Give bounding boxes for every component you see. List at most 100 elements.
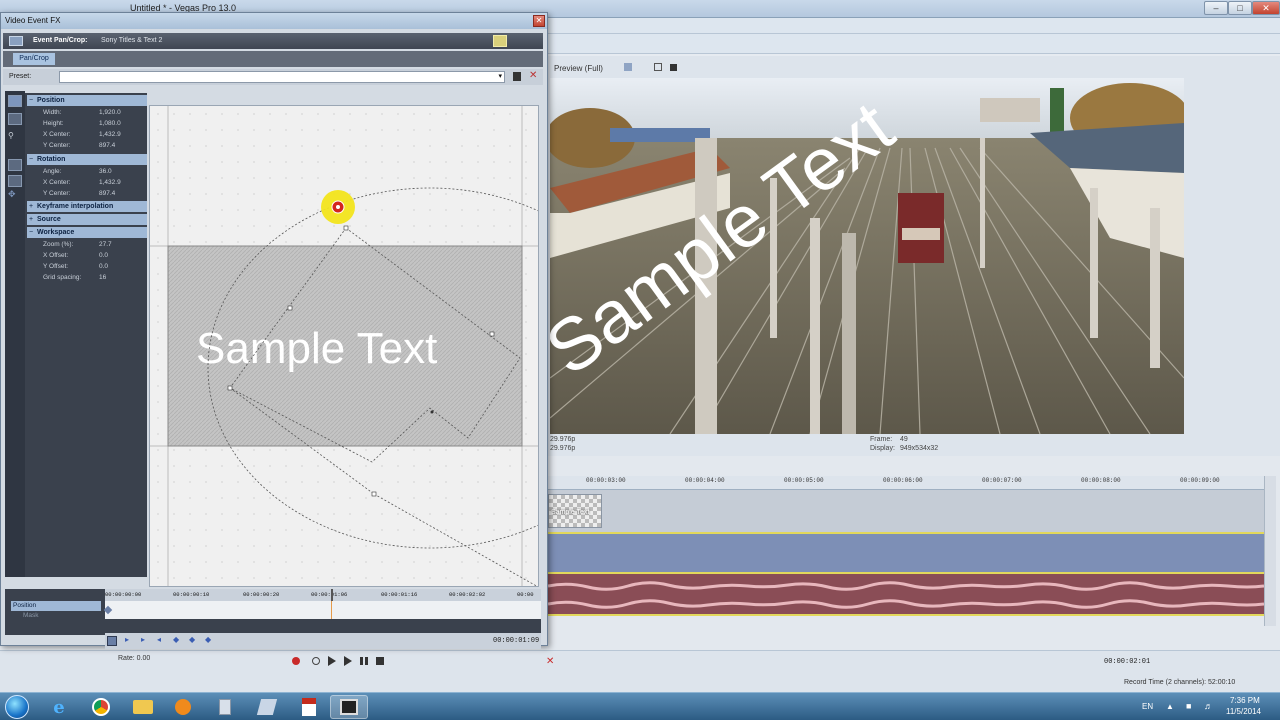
title-clip-label: Sample Text [551, 509, 590, 516]
chrome-taskbar-icon[interactable] [82, 695, 120, 719]
pause-button[interactable] [360, 657, 368, 665]
next-keyframe-icon[interactable]: ◂ [157, 635, 161, 644]
zoom-tool-icon[interactable] [8, 113, 22, 125]
title-track[interactable]: Sample Text [548, 490, 1264, 532]
section-keyframe-interpolation[interactable]: Keyframe interpolation [27, 201, 147, 212]
play-from-start-button[interactable] [328, 656, 336, 666]
prop-grid-spacing[interactable]: Grid spacing: 16 [27, 272, 147, 283]
preset-select[interactable]: ▾ [59, 71, 505, 83]
scale-about-center-icon[interactable] [8, 159, 22, 171]
section-source[interactable]: Source [27, 214, 147, 225]
play-button[interactable] [344, 656, 352, 666]
center-point[interactable] [430, 410, 434, 414]
chain-label: Event Pan/Crop: [33, 37, 88, 44]
section-workspace[interactable]: Workspace [27, 227, 147, 238]
crop-handle[interactable] [343, 225, 349, 231]
sync-cursor-icon[interactable] [107, 636, 117, 646]
video-track[interactable] [548, 532, 1264, 572]
delete-preset-icon[interactable]: ✕ [529, 70, 537, 81]
tab-pan-crop[interactable]: Pan/Crop [13, 53, 55, 65]
kf-tick: 00:00:01:06 [311, 591, 348, 598]
vegas-taskbar-icon[interactable] [330, 695, 368, 719]
prop-height[interactable]: Height: 1,080.0 [27, 118, 147, 129]
prop-label: X Center: [43, 131, 71, 138]
fx-close-button[interactable]: ✕ [533, 15, 545, 27]
crop-handle[interactable] [287, 305, 293, 311]
media-player-taskbar-icon[interactable] [164, 695, 202, 719]
volume-icon[interactable]: ♬ [1204, 701, 1213, 711]
crop-handle[interactable] [371, 491, 377, 497]
record-button[interactable] [292, 657, 300, 665]
prop-y-center[interactable]: Y Center: 897.4 [27, 140, 147, 151]
app-taskbar-icon[interactable] [248, 695, 286, 719]
network-icon[interactable]: ■ [1186, 701, 1191, 711]
crop-handle[interactable] [489, 331, 495, 337]
delete-keyframe-icon[interactable]: ◆ [189, 635, 195, 644]
crop-handle[interactable] [227, 385, 233, 391]
prop-zoom[interactable]: Zoom (%): 27.7 [27, 239, 147, 250]
title-clip[interactable]: Sample Text [548, 494, 602, 528]
prop-value: 0.0 [99, 263, 109, 270]
save-snapshot-icon[interactable] [670, 64, 677, 71]
explorer-taskbar-icon[interactable] [124, 695, 162, 719]
prop-rot-y-center[interactable]: Y Center: 897.4 [27, 188, 147, 199]
taskbar: e EN ▲ ■ ♬ 7:36 PM 11/5/2014 [0, 692, 1280, 720]
fx-chain-bar: Event Pan/Crop: Sony Titles & Text 2 [3, 33, 543, 49]
calculator-taskbar-icon[interactable] [206, 695, 244, 719]
preview-grid-icon[interactable] [624, 63, 632, 71]
prop-label: Angle: [43, 168, 62, 175]
fx-title: Video Event FX [5, 16, 61, 25]
kf-cursor[interactable] [331, 589, 333, 601]
normal-edit-tool-icon[interactable] [8, 95, 22, 107]
kf-track-label[interactable]: Position [11, 601, 101, 611]
prev-keyframe-icon[interactable]: ▸ [141, 635, 145, 644]
stop-button[interactable] [376, 657, 384, 665]
add-keyframe-icon[interactable]: ◆ [173, 635, 179, 644]
lock-aspect-icon[interactable]: ⚲ [8, 131, 22, 143]
pan-crop-tool-strip: ⚲ ✥ [5, 91, 25, 577]
prop-y-offset[interactable]: Y Offset: 0.0 [27, 261, 147, 272]
preview-quality-select[interactable]: Preview (Full) [554, 64, 603, 73]
clock-time[interactable]: 7:36 PM [1230, 696, 1260, 705]
display-label: Display: [870, 445, 895, 452]
last-keyframe-icon[interactable]: ◆ [205, 635, 211, 644]
move-freely-icon[interactable] [8, 175, 22, 187]
snap-to-grid-icon[interactable]: ✥ [8, 189, 22, 201]
keyframe-ruler[interactable]: 00:00:00:00 00:00:00:10 00:00:00:20 00:0… [105, 589, 541, 601]
language-indicator[interactable]: EN [1142, 702, 1153, 711]
pan-crop-workspace[interactable]: Sample Text [149, 105, 539, 587]
section-position[interactable]: Position [27, 95, 147, 106]
keyframe-marker[interactable] [103, 605, 113, 615]
prop-x-offset[interactable]: X Offset: 0.0 [27, 250, 147, 261]
maximize-button[interactable]: □ [1228, 1, 1252, 15]
ie-taskbar-icon[interactable]: e [40, 695, 78, 719]
loop-button[interactable] [312, 657, 320, 665]
close-button[interactable]: ✕ [1252, 1, 1280, 15]
tray-arrow-icon[interactable]: ▲ [1166, 702, 1174, 711]
delete-icon[interactable]: ✕ [546, 656, 554, 667]
kf-track-sublabel[interactable]: Mask [11, 611, 101, 621]
save-preset-icon[interactable] [513, 72, 521, 81]
railway-scene-image: Sample Text [550, 78, 1184, 434]
first-keyframe-icon[interactable]: ▸ [125, 635, 129, 644]
fx-title-bar[interactable]: Video Event FX ✕ [1, 13, 547, 29]
plugin-chain-icon[interactable] [9, 36, 23, 46]
pdf-taskbar-icon[interactable] [290, 695, 328, 719]
timeline-tick: 00:00:06:00 [883, 477, 923, 484]
clock-date[interactable]: 11/5/2014 [1226, 707, 1261, 716]
plugin-chain-button[interactable] [493, 35, 507, 47]
copy-snapshot-icon[interactable] [654, 63, 662, 71]
keyframe-track[interactable] [103, 601, 541, 619]
audio-track[interactable] [548, 572, 1264, 616]
section-rotation[interactable]: Rotation [27, 154, 147, 165]
prop-x-center[interactable]: X Center: 1,432.9 [27, 129, 147, 140]
prop-value: 16 [99, 274, 107, 281]
timeline-ruler[interactable]: 00:00:03:00 00:00:04:00 00:00:05:00 00:0… [548, 476, 1264, 490]
kf-time[interactable]: 00:00:01:09 [493, 637, 539, 645]
prop-rot-x-center[interactable]: X Center: 1,432.9 [27, 177, 147, 188]
prop-width[interactable]: Width: 1,920.0 [27, 107, 147, 118]
timeline-vertical-scrollbar[interactable] [1264, 476, 1276, 626]
prop-angle[interactable]: Angle: 36.0 [27, 166, 147, 177]
start-button[interactable] [2, 693, 32, 720]
minimize-button[interactable]: – [1204, 1, 1228, 15]
